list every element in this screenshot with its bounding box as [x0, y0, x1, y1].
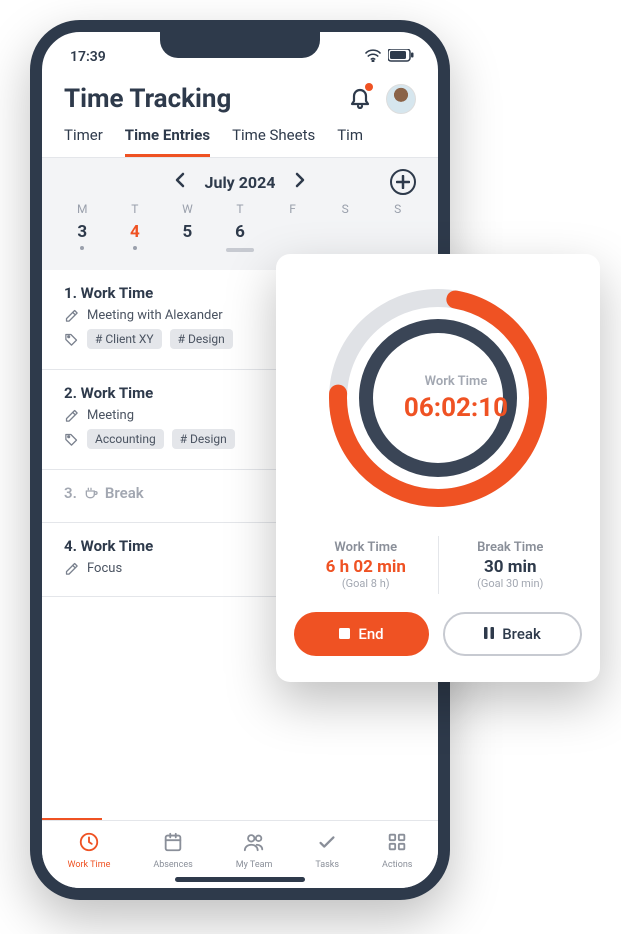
calendar-icon	[162, 831, 184, 856]
day-dot-icon	[80, 246, 84, 250]
entry-tag[interactable]: Accounting	[87, 429, 164, 449]
check-icon	[316, 831, 338, 856]
notification-dot-icon	[365, 83, 373, 91]
coffee-icon	[83, 485, 99, 501]
entry-tag[interactable]: # Client XY	[87, 329, 162, 349]
day-cell	[371, 222, 424, 252]
notifications-button[interactable]	[348, 85, 372, 113]
stat-break: Break Time 30 min (Goal 30 min)	[439, 536, 583, 594]
day-cell[interactable]: 3	[56, 222, 109, 252]
tag-icon	[64, 332, 79, 347]
page-header: Time Tracking	[42, 72, 438, 122]
entry-note: Focus	[87, 561, 122, 576]
end-button[interactable]: End	[294, 612, 429, 656]
tab-overflow[interactable]: Tim	[337, 126, 363, 157]
entry-note: Meeting	[87, 408, 134, 423]
weekday-row: M T W T F S S	[42, 192, 438, 216]
notch	[160, 30, 320, 58]
clock-icon	[78, 831, 100, 856]
tabs-bar: Timer Time Entries Time Sheets Tim	[42, 122, 438, 158]
ring-time: 06:02:10	[294, 393, 618, 423]
timer-card: Work Time 06:02:10 Work Time 6 h 02 min …	[276, 254, 600, 682]
edit-icon	[64, 408, 79, 423]
stop-icon	[339, 625, 350, 643]
edit-icon	[64, 561, 79, 576]
next-month-button[interactable]	[293, 172, 307, 192]
edit-icon	[64, 308, 79, 323]
nav-work-time[interactable]: Work Time	[67, 831, 110, 870]
avatar[interactable]	[386, 84, 416, 114]
break-button[interactable]: Break	[443, 612, 582, 656]
tab-time-sheets[interactable]: Time Sheets	[232, 126, 315, 157]
entry-tag[interactable]: # Design	[172, 429, 235, 449]
entry-tag[interactable]: # Design	[170, 329, 233, 349]
tab-timer[interactable]: Timer	[64, 126, 103, 157]
tab-time-entries[interactable]: Time Entries	[125, 126, 210, 157]
add-entry-button[interactable]	[390, 169, 416, 195]
day-cell	[319, 222, 372, 252]
grid-icon	[386, 831, 408, 856]
ring-label: Work Time	[294, 374, 618, 389]
day-cell[interactable]: 6	[214, 222, 267, 252]
wifi-icon	[364, 48, 382, 66]
page-title: Time Tracking	[64, 84, 231, 114]
entry-note: Meeting with Alexander	[87, 308, 223, 323]
users-icon	[243, 831, 265, 856]
clock-time: 17:39	[70, 49, 106, 65]
pause-icon	[484, 625, 494, 643]
prev-month-button[interactable]	[173, 172, 187, 192]
month-label: July 2024	[205, 173, 276, 192]
day-cell[interactable]: 5	[161, 222, 214, 252]
day-cell[interactable]: 4	[109, 222, 162, 252]
home-indicator	[175, 877, 305, 882]
day-cell	[266, 222, 319, 252]
nav-tasks[interactable]: Tasks	[315, 831, 339, 870]
nav-my-team[interactable]: My Team	[236, 831, 273, 870]
nav-actions[interactable]: Actions	[382, 831, 412, 870]
tag-icon	[64, 432, 79, 447]
stat-work: Work Time 6 h 02 min (Goal 8 h)	[294, 536, 439, 594]
day-dot-icon	[133, 246, 137, 250]
nav-absences[interactable]: Absences	[153, 831, 192, 870]
battery-icon	[388, 49, 414, 66]
